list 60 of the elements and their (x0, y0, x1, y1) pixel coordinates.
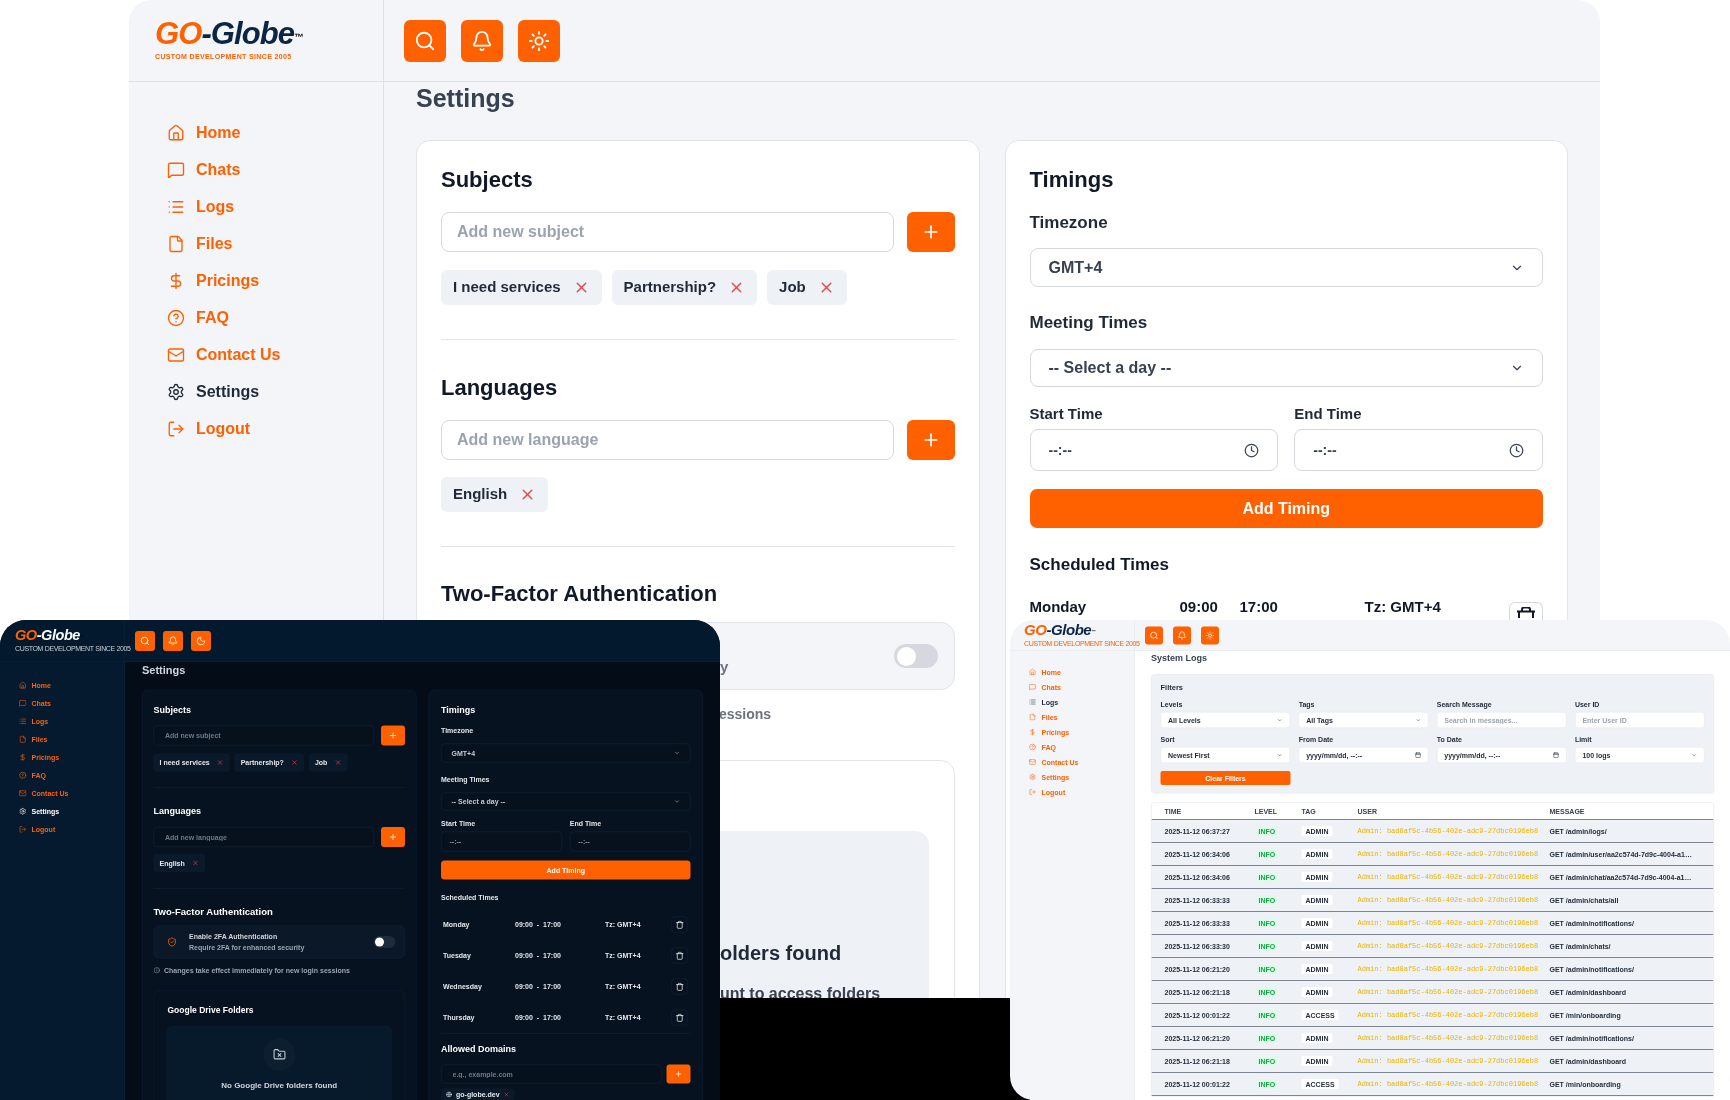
bell-icon (471, 29, 493, 52)
logo-wordmark: GO-Globe$^{™}$ (155, 18, 303, 50)
schedule-timezone: Tz: GMT+4 (1364, 597, 1441, 617)
home-icon (167, 123, 185, 142)
add-language-button[interactable] (906, 420, 955, 460)
add-subject-button[interactable] (381, 725, 405, 746)
theme-button[interactable] (191, 630, 211, 651)
tag-label: English (453, 484, 508, 505)
add-subject-button[interactable] (906, 212, 955, 252)
page-title: Settings (416, 83, 516, 114)
trash-icon (1517, 607, 1535, 618)
section-title: Two-Factor Authentication (441, 581, 719, 607)
section-title: Google Drive Folders (166, 1004, 255, 1016)
timezone-select[interactable]: GMT+4 (1029, 248, 1543, 287)
page-title: System Logs (1151, 652, 1208, 664)
start-time-input[interactable]: --:-- (1029, 429, 1279, 471)
empty-state-title: No Google Drive folders found (221, 1080, 338, 1091)
field-label: Start Time (1029, 404, 1104, 424)
search-button[interactable] (135, 630, 155, 651)
section-title: Two-Factor Authentication (153, 905, 274, 918)
tag-label: Partnership? (623, 277, 717, 298)
mail-icon (167, 345, 185, 364)
sun-icon (528, 29, 550, 52)
clock-icon (1244, 442, 1260, 458)
field-label: Meeting Times (1029, 313, 1149, 333)
help-icon (167, 308, 185, 327)
section-title: Timings (1029, 167, 1115, 193)
day-select[interactable]: -- Select a day -- (1029, 349, 1543, 387)
clock-icon (1509, 442, 1524, 458)
nav-item[interactable]: Settings (129, 373, 260, 410)
tag-label: I need services (453, 277, 561, 298)
schedule-end: 17:00 (1239, 597, 1279, 617)
section-title: Timings (441, 704, 477, 715)
field-label: End Time (1294, 404, 1363, 424)
page-title: Settings (142, 663, 187, 677)
chat-icon (167, 160, 185, 179)
add-domain-button[interactable] (666, 1064, 691, 1084)
search-icon (414, 29, 436, 52)
schedule-start: 09:00 (1179, 597, 1219, 617)
two-factor-description: y (720, 656, 729, 677)
notifications-button[interactable] (163, 630, 183, 651)
end-time-input[interactable]: --:-- (1294, 429, 1543, 471)
schedule-day: Monday (1029, 597, 1180, 617)
empty-state-title: olders found (720, 941, 842, 966)
two-factor-note: essions (719, 706, 772, 722)
file-icon (167, 234, 185, 253)
add-language-button[interactable] (381, 827, 405, 847)
section-subtitle: Scheduled Times (1029, 555, 1170, 575)
gear-icon (167, 382, 185, 401)
section-title: Languages (441, 375, 559, 401)
toggle-switch[interactable] (373, 936, 396, 948)
field-label: Timezone (1029, 213, 1109, 233)
add-timing-button[interactable]: Add Timing (1029, 489, 1543, 528)
logout-icon (167, 419, 185, 438)
section-title: Languages (153, 805, 202, 817)
section-title: Allowed Domains (441, 1043, 517, 1054)
section-title: Subjects (441, 167, 534, 193)
section-title: Subjects (153, 704, 192, 715)
tag-label: Job (779, 277, 806, 298)
toggle-switch[interactable] (893, 644, 938, 668)
